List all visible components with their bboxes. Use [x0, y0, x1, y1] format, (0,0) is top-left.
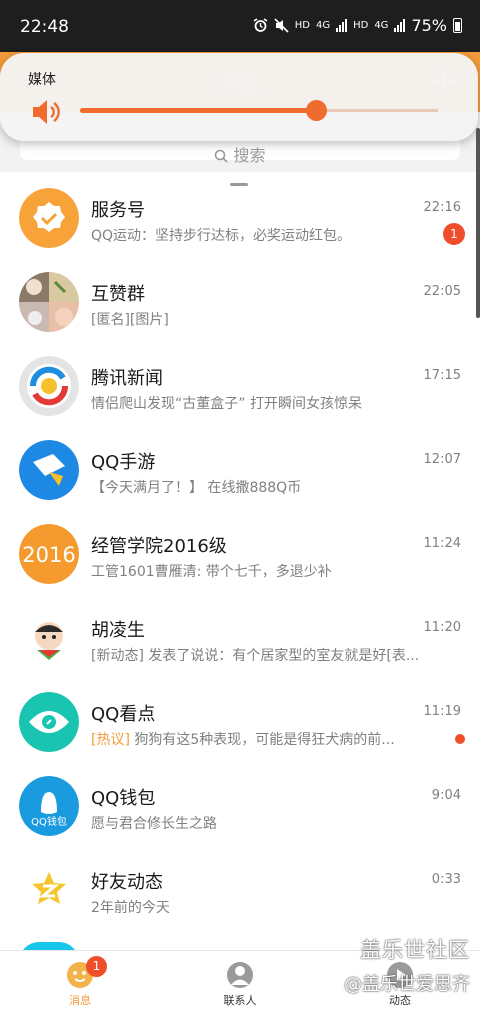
tab-contacts[interactable]: 联系人	[160, 951, 320, 1013]
news-avatar-icon	[19, 356, 79, 416]
watermark-title: 盖乐世社区	[360, 938, 470, 962]
svg-text:QQ钱包: QQ钱包	[31, 815, 67, 828]
conversation-time: 12:07	[423, 452, 461, 467]
avatar: QQ钱包	[19, 776, 79, 836]
game-avatar-icon	[19, 440, 79, 500]
conversation-row[interactable]: 腾讯新闻 17:15 情侣爬山发现“古董盒子” 打开瞬间女孩惊呆	[0, 334, 480, 418]
mute-icon	[274, 18, 289, 33]
conversation-preview: [匿名][图片]	[91, 309, 436, 329]
contacts-icon	[227, 962, 253, 988]
conversation-time: 11:19	[423, 704, 461, 719]
avatar	[19, 272, 79, 332]
conversation-time: 0:33	[431, 872, 461, 887]
signal-icon	[336, 19, 348, 32]
conversation-name: 胡凌生	[91, 620, 145, 641]
conversation-time: 22:05	[423, 284, 461, 299]
battery-percent: 75%	[411, 16, 447, 35]
preview-text: QQ运动：坚持步行达标，必奖运动红包。	[91, 228, 352, 244]
status-time: 22:48	[20, 17, 69, 37]
hd-label-2: HD	[353, 20, 369, 31]
preview-text: 愿与君合修长生之路	[91, 816, 217, 832]
conversation-name: 腾讯新闻	[91, 368, 163, 389]
conversation-preview: 【今天满月了！】 在线撒888Q币	[91, 477, 436, 497]
volume-slider-thumb[interactable]	[306, 100, 328, 121]
conversation-name: 好友动态	[91, 872, 163, 893]
conversation-name: 服务号	[91, 200, 145, 221]
preview-text: 2年前的今天	[91, 900, 170, 916]
avatar	[19, 440, 79, 500]
avatar	[19, 356, 79, 416]
conversation-row[interactable]: 服务号 22:16 QQ运动：坚持步行达标，必奖运动红包。 1	[0, 166, 480, 250]
lte-label-2: 4G	[374, 20, 389, 31]
conversation-preview: [新动态] 发表了说说：有个居家型的室友就是好[表...	[91, 645, 436, 665]
conversation-preview: 情侣爬山发现“古董盒子” 打开瞬间女孩惊呆	[91, 393, 436, 413]
battery-icon	[453, 18, 462, 33]
preview-text: [新动态] 发表了说说：有个居家型的室友就是好[表...	[91, 648, 420, 664]
conversation-row[interactable]: QQ手游 12:07 【今天满月了！】 在线撒888Q币	[0, 418, 480, 502]
conversation-time: 11:20	[423, 620, 461, 635]
preview-text: 狗狗有这5种表现，可能是得狂犬病的前...	[129, 732, 395, 748]
svg-text:2016: 2016	[22, 543, 75, 567]
preview-tag: [热议]	[91, 732, 130, 748]
conversation-list: 服务号 22:16 QQ运动：坚持步行达标，必奖运动红包。 1 互赞群 22:05 [匿名]…	[0, 166, 480, 922]
preview-text: 情侣爬山发现“古董盒子” 打开瞬间女孩惊呆	[91, 396, 362, 412]
class-avatar-icon: 2016	[19, 524, 79, 584]
conversation-name: QQ看点	[91, 704, 156, 725]
avatar	[19, 860, 79, 920]
contact-avatar-icon	[19, 608, 79, 668]
conversation-row[interactable]: 胡凌生 11:20 [新动态] 发表了说说：有个居家型的室友就是好[表...	[0, 586, 480, 670]
volume-panel: 媒体	[0, 53, 478, 186]
preview-text: [匿名][图片]	[91, 312, 169, 328]
hd-label: HD	[294, 20, 310, 31]
conversation-row[interactable]: 互赞群 22:05 [匿名][图片]	[0, 250, 480, 334]
avatar	[19, 608, 79, 668]
conversation-name: 经管学院2016级	[91, 536, 227, 557]
speaker-icon[interactable]	[31, 99, 61, 125]
preview-text: 【今天满月了！】 在线撒888Q币	[91, 480, 302, 496]
avatar	[19, 692, 79, 752]
conversation-row[interactable]: 2016 经管学院2016级 11:24 工管1601曹雁清: 带个七千，多退少补	[0, 502, 480, 586]
conversation-time: 22:16	[423, 200, 461, 215]
conversation-preview: QQ运动：坚持步行达标，必奖运动红包。	[91, 225, 436, 245]
conversation-row[interactable]: 好友动态 0:33 2年前的今天	[0, 838, 480, 922]
lte-label: 4G	[315, 20, 331, 31]
conversation-time: 11:24	[423, 536, 461, 551]
conversation-row[interactable]: QQ看点 11:19 [热议] 狗狗有这5种表现，可能是得狂犬病的前...	[0, 670, 480, 754]
volume-fill	[80, 108, 317, 113]
search-icon	[215, 149, 229, 163]
alarm-icon	[253, 18, 268, 32]
conversation-preview: [热议] 狗狗有这5种表现，可能是得狂犬病的前...	[91, 729, 436, 749]
watermark-user: @盖乐世爱思齐	[344, 974, 470, 995]
search-placeholder: 搜索	[20, 142, 460, 166]
signal-icon-2	[394, 19, 406, 32]
status-bar: 22:48 HD 4G HD 4G 75%	[0, 0, 480, 52]
group-avatar-icon	[19, 272, 79, 332]
moments-avatar-icon	[19, 860, 79, 920]
preview-text: 工管1601曹雁清: 带个七千，多退少补	[91, 564, 332, 580]
conversation-name: QQ钱包	[91, 788, 156, 809]
unread-badge: 1	[443, 223, 465, 245]
tab-messages-label: 消息	[69, 994, 91, 1007]
tab-contacts-label: 联系人	[223, 994, 257, 1007]
conversation-time: 9:04	[431, 788, 461, 803]
conversation-preview: 2年前的今天	[91, 897, 436, 917]
conversation-name: QQ手游	[91, 452, 156, 473]
service-avatar-icon	[19, 188, 79, 248]
unread-dot	[455, 734, 465, 744]
conversation-name: 互赞群	[91, 284, 145, 305]
avatar	[19, 188, 79, 248]
wallet-avatar-icon: QQ钱包	[19, 776, 79, 836]
conversation-preview: 工管1601曹雁清: 带个七千，多退少补	[91, 561, 436, 581]
tab-messages-badge: 1	[86, 956, 107, 977]
kandian-avatar-icon	[19, 692, 79, 752]
conversation-row[interactable]: QQ钱包 QQ钱包 9:04 愿与君合修长生之路	[0, 754, 480, 838]
avatar: 2016	[19, 524, 79, 584]
conversation-time: 17:15	[423, 368, 461, 383]
scrollbar[interactable]	[476, 128, 480, 318]
conversation-preview: 愿与君合修长生之路	[91, 813, 436, 833]
volume-label: 媒体	[28, 72, 56, 88]
status-icons: HD 4G HD 4G 75%	[253, 16, 462, 35]
tab-messages[interactable]: 1 消息	[0, 951, 160, 1013]
